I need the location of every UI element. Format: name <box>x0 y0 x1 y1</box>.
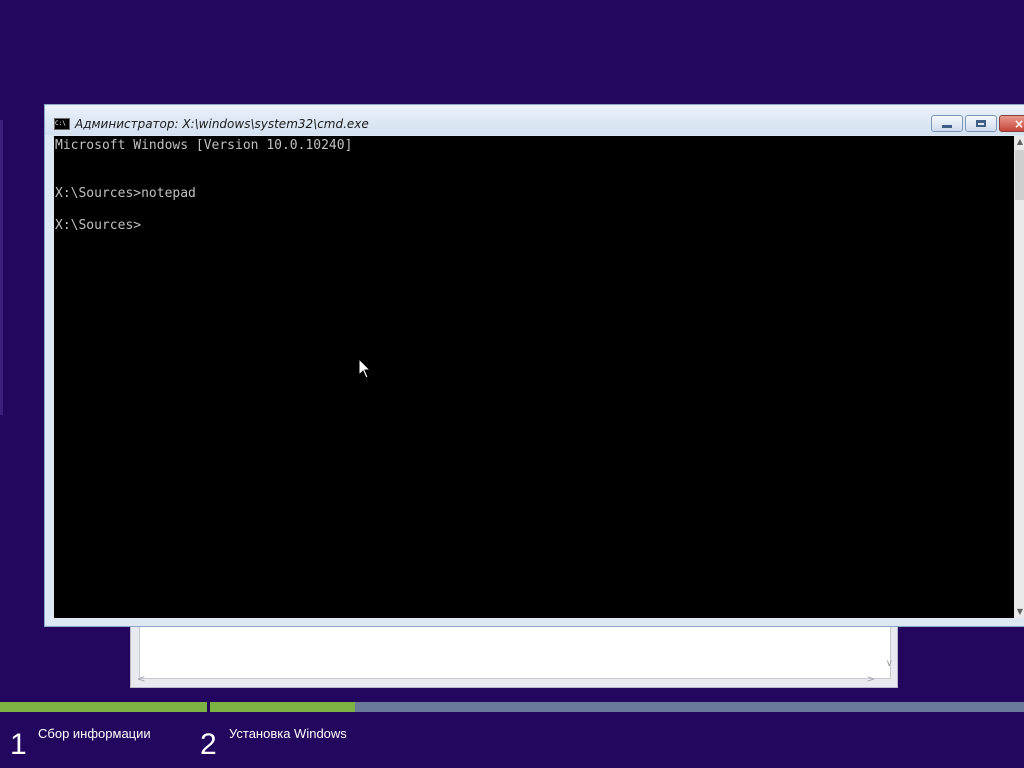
close-button[interactable]: × <box>999 115 1024 132</box>
step-number: 2 <box>200 728 217 761</box>
scroll-right-icon[interactable]: > <box>867 674 875 685</box>
cmd-window[interactable]: C:\ Администратор: X:\windows\system32\c… <box>44 104 1024 627</box>
progress-step-1-fill <box>0 702 207 712</box>
scroll-up-icon[interactable]: ▲ <box>1014 136 1024 148</box>
step-label: Сбор информации <box>38 726 151 741</box>
progress-step-2-fill <box>210 702 355 712</box>
console-line: X:\Sources>notepad <box>55 186 196 201</box>
minimize-button[interactable] <box>931 115 963 132</box>
step-label: Установка Windows <box>229 726 347 741</box>
close-icon: × <box>1013 116 1024 131</box>
maximize-icon <box>976 120 986 127</box>
scroll-down-icon[interactable]: ▼ <box>1014 606 1024 618</box>
scroll-thumb[interactable] <box>1015 150 1024 200</box>
vertical-scrollbar[interactable]: ▲ ▼ <box>1014 136 1024 618</box>
console-output[interactable]: Microsoft Windows [Version 10.0.10240] X… <box>54 136 1014 618</box>
mouse-cursor-icon <box>358 358 372 379</box>
console-line: Microsoft Windows [Version 10.0.10240] <box>55 138 353 153</box>
scroll-down-icon[interactable]: ∨ <box>886 658 893 669</box>
step-number: 1 <box>10 728 27 761</box>
minimize-icon <box>942 125 952 128</box>
scroll-left-icon[interactable]: < <box>137 674 145 685</box>
cmd-icon: C:\ <box>54 118 70 130</box>
console-line: X:\Sources> <box>55 218 142 233</box>
background-window-edge <box>0 120 3 415</box>
maximize-button[interactable] <box>965 115 997 132</box>
window-title: Администратор: X:\windows\system32\cmd.e… <box>75 117 369 131</box>
title-bar[interactable]: C:\ Администратор: X:\windows\system32\c… <box>45 105 1024 135</box>
